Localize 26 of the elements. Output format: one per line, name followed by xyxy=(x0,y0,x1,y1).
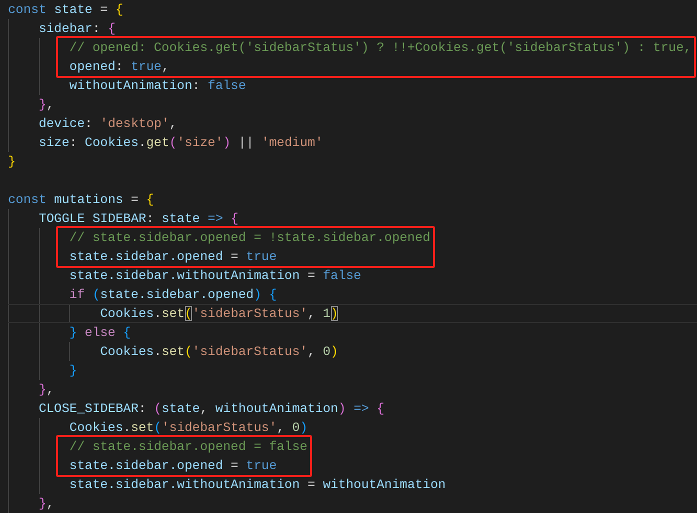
code-line: } xyxy=(8,153,16,171)
code-line: const mutations = { xyxy=(8,191,154,209)
code-line: } else { xyxy=(69,324,131,342)
code-line: // opened: Cookies.get('sidebarStatus') ? !!+Cookies.get('sidebarStatus') : true, xyxy=(69,39,692,57)
code-line: Cookies.set('sidebarStatus', 1) xyxy=(100,305,338,322)
code-line: }, xyxy=(38,495,54,513)
code-line: // state.sidebar.opened = false xyxy=(69,438,308,456)
code-line: }, xyxy=(38,381,54,399)
code-line: size: Cookies.get('size') || 'medium' xyxy=(38,134,323,152)
code-line: CLOSE_SIDEBAR: (state, withoutAnimation) => { xyxy=(38,400,384,418)
code-line: sidebar: { xyxy=(38,20,116,38)
code-line: if (state.sidebar.opened) { xyxy=(69,286,277,304)
code-line: // state.sidebar.opened = !state.sidebar.opened xyxy=(69,229,430,247)
code-line: state.sidebar.withoutAnimation = false xyxy=(69,267,362,285)
code-line: opened: true, xyxy=(69,58,170,76)
code-line: state.sidebar.opened = true xyxy=(69,248,277,266)
code-line: Cookies.set('sidebarStatus', 0) xyxy=(69,419,308,437)
code-line: }, xyxy=(38,96,54,114)
code-line: } xyxy=(69,362,78,380)
code-line: state.sidebar.withoutAnimation = withoutAnimation xyxy=(69,476,446,494)
code-line: Cookies.set('sidebarStatus', 0) xyxy=(100,343,338,361)
code-line: TOGGLE SIDEBAR: state => { xyxy=(38,210,238,228)
code-line: state.sidebar.opened = true xyxy=(69,457,277,475)
code-line: withoutAnimation: false xyxy=(69,77,246,95)
code-line: device: 'desktop', xyxy=(38,115,177,133)
code-line: const state = { xyxy=(8,1,124,19)
